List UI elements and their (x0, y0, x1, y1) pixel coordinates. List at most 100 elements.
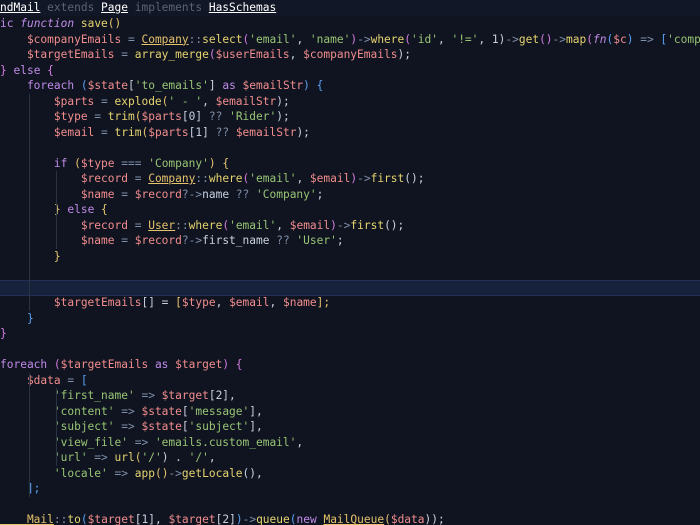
indent-guide (28, 372, 30, 497)
code-line[interactable]: ic function save() (0, 16, 700, 32)
code-line[interactable]: } (0, 326, 700, 342)
code-token: :: (175, 218, 189, 232)
code-token: 'Company' (148, 156, 209, 170)
code-token: ?? (208, 110, 230, 123)
code-token: if (0, 156, 75, 170)
code-token: $targetEmails (0, 296, 142, 309)
code-line[interactable]: ]; (0, 481, 700, 497)
code-line[interactable]: $companyEmails = Company::select ('email'… (0, 32, 700, 48)
code-line[interactable]: } (0, 311, 700, 327)
code-token: = (127, 172, 149, 185)
code-token: $data (390, 513, 425, 525)
code-token: 'id' (411, 32, 438, 46)
code-token: ?? (276, 234, 297, 247)
code-line[interactable]: $targetEmails = array_merge($userEmails,… (0, 47, 700, 63)
code-token: === (114, 156, 149, 170)
code-line[interactable]: if ($type === 'Company') { (0, 156, 700, 172)
code-token: $name (0, 187, 115, 201)
code-line[interactable]: $data = [ (0, 373, 700, 389)
code-token: => (127, 435, 155, 449)
code-token: app (134, 466, 155, 480)
sticky-token: HasSchemas (208, 1, 277, 14)
code-token: 'emails.custom_email' (154, 435, 297, 449)
code-token: new (296, 513, 324, 525)
code-line[interactable]: 'locale' => app()->getLocale(), (0, 466, 700, 482)
code-token: [0] (181, 110, 209, 123)
code-token: { (222, 156, 230, 170)
code-line[interactable]: $type = trim($parts[0] ?? 'Rider'); (0, 109, 700, 125)
code-line[interactable] (0, 140, 700, 156)
code-token: ( (80, 513, 88, 525)
code-line[interactable] (0, 264, 700, 280)
code-line[interactable]: $name = $record?->name ?? 'Company'; (0, 187, 700, 203)
code-token: -> (168, 466, 182, 480)
code-token: $email (0, 125, 95, 139)
code-token: [2], (208, 389, 236, 402)
indent-guide (55, 171, 57, 249)
code-token: function (20, 17, 75, 30)
code-line[interactable]: 'content' => $state['message'], (0, 404, 700, 420)
code-line[interactable]: 'first_name' => $target[2], (0, 388, 700, 404)
code-token: ] (208, 79, 223, 92)
code-token: $record (134, 234, 182, 247)
code-token: 'company' (667, 32, 700, 46)
code-token: ) (235, 513, 243, 525)
code-line[interactable]: $record = Company::where('email', $email… (0, 171, 700, 187)
code-token: Mail (0, 513, 54, 525)
code-line[interactable]: foreach ($targetEmails as $target) { (0, 357, 700, 373)
code-token: 'view_file' (0, 435, 128, 449)
code-token: ); (276, 94, 290, 108)
code-token: fn (593, 32, 607, 46)
code-token: => (114, 404, 142, 418)
code-token: = (114, 48, 135, 61)
code-line[interactable]: foreach ($state['to_emails'] as $emailSt… (0, 78, 700, 94)
code-token: ], (249, 404, 263, 418)
code-token: => (114, 420, 142, 433)
code-line[interactable]: } else { (0, 63, 700, 79)
code-token: getLocale (181, 466, 243, 480)
code-token: , (202, 94, 216, 108)
code-token: ( (586, 32, 593, 46)
code-token: , (296, 172, 310, 185)
sticky-scroll-header[interactable]: ndMail extends Page implements HasSchema… (0, 0, 700, 16)
code-token: queue (256, 513, 290, 525)
code-token: $emailStr (235, 125, 297, 139)
code-line[interactable]: } else { (0, 202, 700, 218)
code-token: [1], (134, 513, 169, 525)
code-token: '!=' (451, 32, 479, 46)
code-token: } (0, 203, 68, 216)
code-line[interactable]: $email = trim($parts[1] ?? $emailStr); (0, 125, 700, 141)
code-line[interactable]: 'url' => url('/') . '/', (0, 450, 700, 466)
code-token: [ (181, 420, 189, 433)
code-token: ( (404, 32, 412, 46)
code-line[interactable]: 'subject' => $state['subject'], (0, 419, 700, 435)
current-line[interactable] (0, 279, 700, 296)
code-line[interactable] (0, 497, 700, 513)
code-token: , (276, 218, 290, 232)
code-token: Company (141, 32, 189, 46)
code-line[interactable]: $parts = explode(' - ', $emailStr); (0, 94, 700, 110)
code-token: $target (168, 513, 216, 525)
code-token: 'content' (0, 404, 115, 418)
code-token: 'Rider' (229, 110, 277, 123)
code-token: { (235, 358, 243, 371)
code-token: => (633, 32, 661, 46)
code-token: $state (141, 420, 182, 433)
code-token: { (94, 203, 108, 216)
code-line[interactable] (0, 342, 700, 358)
code-line[interactable]: $targetEmails[] = [$type, $email, $name]… (0, 295, 700, 311)
code-token: $record (134, 187, 182, 201)
code-editor[interactable]: ndMail extends Page implements HasSchema… (0, 0, 700, 525)
code-token: (); (384, 218, 405, 232)
code-line[interactable]: $name = $record?->first_name ?? 'User'; (0, 233, 700, 249)
code-token: 'email' (249, 32, 297, 46)
code-token: ( (208, 48, 216, 61)
code-line[interactable]: } (0, 249, 700, 265)
code-line[interactable]: $record = User::where('email', $email)->… (0, 218, 700, 234)
sticky-token: Page (101, 1, 128, 14)
code-token: url (114, 451, 135, 464)
code-line[interactable]: Mail::to($target[1], $target[2])->queue(… (0, 512, 700, 525)
code-token: ic (0, 17, 21, 30)
code-token: -> (336, 218, 351, 232)
code-line[interactable]: 'view_file' => 'emails.custom_email', (0, 435, 700, 451)
